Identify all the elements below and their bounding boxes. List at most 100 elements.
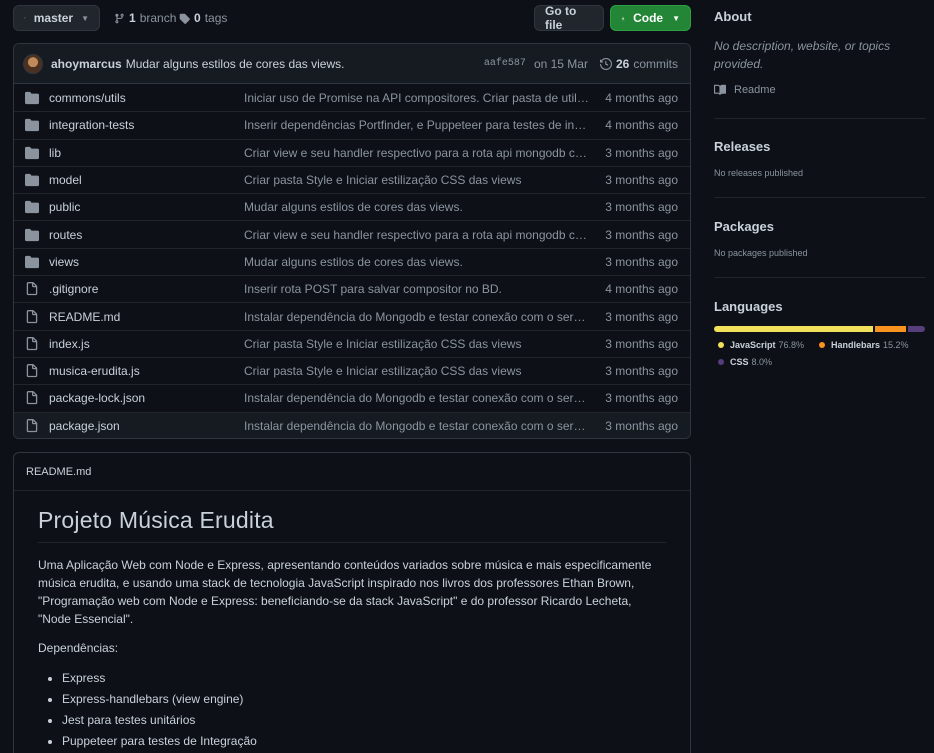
file-commit-message[interactable]: Instalar dependência do Mongodb e testar…	[244, 391, 589, 405]
tag-count: 0	[194, 11, 201, 25]
language-percent: 15.2%	[883, 340, 909, 350]
file-name[interactable]: .gitignore	[49, 282, 98, 296]
about-title: About	[714, 9, 752, 24]
file-commit-message[interactable]: Criar pasta Style e Iniciar estilização …	[244, 173, 589, 187]
commit-date: on 15 Mar	[533, 56, 588, 71]
language-item[interactable]: CSS 8.0%	[718, 357, 772, 367]
table-row[interactable]: index.js Criar pasta Style e Iniciar esti…	[14, 329, 690, 357]
file-age: 4 months ago	[605, 118, 678, 133]
file-age: 3 months ago	[605, 145, 678, 160]
readme-link[interactable]: Readme	[714, 84, 926, 96]
table-row[interactable]: lib Criar view e seu handler respectivo p…	[14, 138, 690, 166]
tag-label: tags	[204, 11, 228, 25]
readme-deps-label: Dependências:	[38, 641, 119, 655]
commit-author[interactable]: ahoymarcus	[51, 57, 122, 71]
file-browser: ahoymarcus Mudar alguns estilos de cores…	[13, 43, 691, 439]
list-item: Jest para testes unitários	[38, 710, 666, 731]
language-item[interactable]: Handlebars 15.2%	[819, 340, 909, 350]
file-commit-message[interactable]: Criar view e seu handler respectivo para…	[244, 228, 589, 242]
file-commit-message[interactable]: Criar view e seu handler respectivo para…	[244, 146, 589, 160]
file-name[interactable]: index.js	[49, 337, 90, 351]
branch-icon	[115, 13, 124, 23]
releases-title[interactable]: Releases	[714, 139, 926, 154]
packages-section: Packages No packages published	[714, 219, 926, 258]
file-commit-message[interactable]: Mudar alguns estilos de cores das views.	[244, 255, 589, 269]
folder-icon	[25, 146, 39, 160]
file-name[interactable]: README.md	[49, 310, 120, 324]
file-age: 4 months ago	[605, 282, 678, 297]
table-row[interactable]: model Criar pasta Style e Iniciar estiliz…	[14, 165, 690, 193]
language-name: Handlebars	[831, 340, 881, 350]
packages-text: No packages published	[714, 248, 808, 258]
readme-panel: README.md Projeto Música Erudita Uma Apl…	[13, 452, 691, 753]
file-age: 3 months ago	[605, 254, 678, 269]
file-age: 4 months ago	[605, 90, 678, 105]
file-commit-message[interactable]: Instalar dependência do Mongodb e testar…	[244, 419, 589, 433]
file-age: 3 months ago	[605, 309, 678, 324]
branches-link[interactable]: 1 branch	[114, 11, 176, 25]
file-icon	[25, 336, 39, 351]
table-row[interactable]: musica-erudita.js Criar pasta Style e Ini…	[14, 356, 690, 384]
avatar[interactable]	[23, 53, 43, 74]
file-name[interactable]: commons/utils	[49, 91, 126, 105]
file-name[interactable]: package.json	[49, 419, 120, 433]
file-age: 3 months ago	[605, 364, 678, 379]
commits-link[interactable]: 26 commits	[599, 56, 678, 71]
table-row[interactable]: commons/utils Iniciar uso de Promise na A…	[14, 84, 690, 111]
file-commit-message[interactable]: Inserir dependências Portfinder, e Puppe…	[244, 118, 589, 132]
list-item: Express-handlebars (view engine)	[38, 689, 666, 710]
tag-icon	[179, 13, 190, 24]
language-bar-segment	[714, 326, 873, 332]
language-dot	[718, 342, 724, 348]
commit-sha[interactable]: aafe587	[484, 58, 526, 69]
file-name[interactable]: routes	[49, 228, 82, 242]
file-icon	[25, 391, 39, 405]
packages-title[interactable]: Packages	[714, 219, 926, 234]
go-to-file-button[interactable]: Go to file	[534, 4, 604, 32]
table-row[interactable]: views Mudar alguns estilos de cores das v…	[14, 247, 690, 275]
file-name[interactable]: integration-tests	[49, 118, 134, 132]
file-commit-message[interactable]: Criar pasta Style e Iniciar estilização …	[244, 364, 589, 378]
file-commit-message[interactable]: Inserir rota POST para salvar compositor…	[244, 282, 589, 296]
download-icon	[621, 16, 625, 20]
branch-name: master	[33, 11, 74, 25]
commit-message[interactable]: Mudar alguns estilos de cores das views.	[126, 57, 345, 71]
releases-text: No releases published	[714, 168, 804, 178]
divider	[714, 277, 926, 278]
table-row[interactable]: integration-tests Inserir dependências Po…	[14, 111, 690, 138]
branch-select-button[interactable]: master ▼	[13, 5, 100, 31]
file-commit-message[interactable]: Instalar dependência do Mongodb e testar…	[244, 310, 589, 324]
readme-filename[interactable]: README.md	[26, 466, 91, 478]
file-age: 3 months ago	[605, 173, 678, 188]
file-name[interactable]: musica-erudita.js	[49, 364, 140, 378]
list-item: Puppeteer para testes de Integração	[38, 731, 666, 752]
table-row[interactable]: routes Criar view e seu handler respectiv…	[14, 220, 690, 247]
file-name[interactable]: package-lock.json	[49, 391, 145, 405]
file-name[interactable]: lib	[49, 146, 61, 160]
file-age: 3 months ago	[605, 418, 678, 433]
table-row[interactable]: package.json Instalar dependência do Mong…	[14, 411, 690, 438]
file-icon	[25, 309, 39, 324]
table-row[interactable]: public Mudar alguns estilos de cores das …	[14, 193, 690, 220]
table-row[interactable]: README.md Instalar dependência do Mongodb…	[14, 302, 690, 329]
file-commit-message[interactable]: Criar pasta Style e Iniciar estilização …	[244, 337, 589, 351]
file-commit-message[interactable]: Iniciar uso de Promise na API compositor…	[244, 91, 589, 105]
commit-count: 26	[615, 56, 630, 71]
file-commit-message[interactable]: Mudar alguns estilos de cores das views.	[244, 200, 589, 214]
folder-icon	[25, 255, 39, 269]
divider	[714, 118, 926, 119]
table-row[interactable]: .gitignore Inserir rota POST para salvar …	[14, 275, 690, 302]
readme-link-label: Readme	[734, 84, 776, 96]
languages-title: Languages	[714, 299, 783, 314]
folder-icon	[25, 118, 39, 132]
language-dot	[718, 359, 724, 365]
file-age: 3 months ago	[605, 227, 678, 242]
code-button[interactable]: Code ▼	[610, 5, 691, 31]
file-name[interactable]: model	[49, 173, 82, 187]
tags-link[interactable]: 0 tags	[179, 11, 227, 25]
table-row[interactable]: package-lock.json Instalar dependência do…	[14, 384, 690, 411]
language-item[interactable]: JavaScript 76.8%	[718, 340, 804, 350]
file-name[interactable]: views	[49, 255, 79, 269]
file-icon	[25, 364, 39, 378]
file-name[interactable]: public	[49, 200, 80, 214]
